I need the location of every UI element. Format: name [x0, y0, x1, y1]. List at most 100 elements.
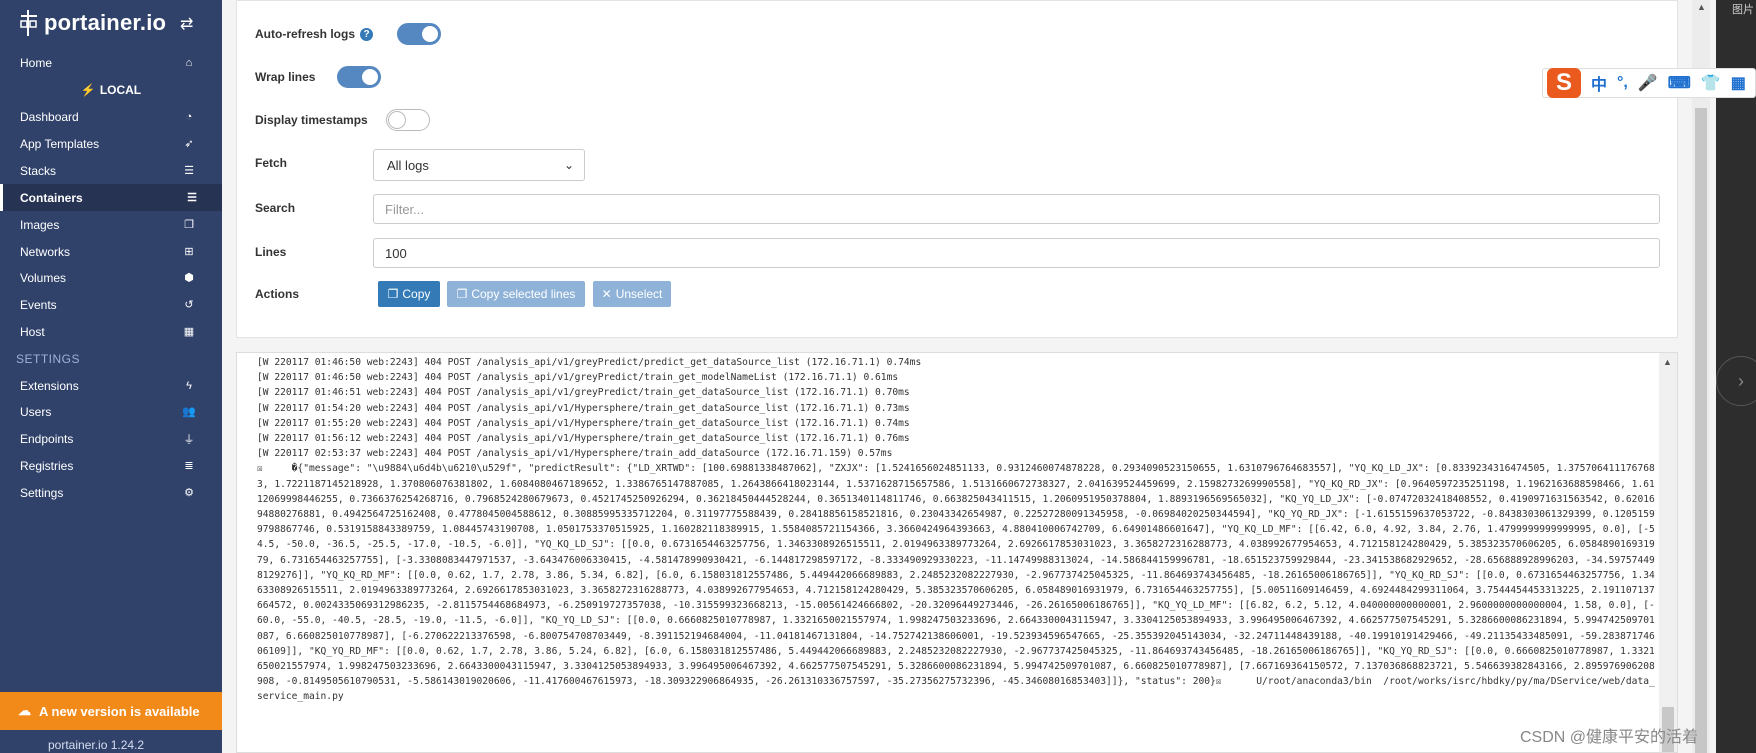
search-label: Search [255, 201, 296, 215]
keyboard-icon[interactable]: ⌨ [1668, 73, 1691, 93]
search-row: Search Filter... [237, 194, 1677, 224]
lines-input[interactable]: 100 [373, 238, 1660, 268]
sitemap-icon: ⊞ [184, 246, 194, 258]
ime-chinese-mode[interactable]: 中 [1591, 71, 1607, 95]
auto-refresh-toggle[interactable] [397, 23, 441, 45]
log-line[interactable]: [W 220117 01:56:12 web:2243] 404 POST /a… [257, 431, 1657, 446]
sidebar-item-endpoints[interactable]: Endpoints ⏚ [0, 425, 222, 452]
bolt-icon: ϟ [186, 379, 192, 392]
fetch-select[interactable]: All logs ⌄ [373, 149, 585, 181]
unselect-label: Unselect [615, 287, 663, 301]
clone-icon: ❐ [184, 219, 194, 231]
plug-icon: ⚡ [80, 83, 96, 97]
auto-refresh-row: Auto-refresh logs? [237, 23, 1677, 45]
brand-name: portainer.io [44, 10, 167, 35]
sidebar-item-extensions[interactable]: Extensions ϟ [0, 372, 222, 399]
list-icon: ☰ [187, 192, 197, 204]
history-icon: ↺ [184, 299, 194, 311]
toggle-knob [421, 25, 439, 43]
sidebar-item-registries[interactable]: Registries ≣ [0, 452, 222, 479]
unselect-button[interactable]: ✕ Unselect [593, 281, 671, 307]
viewer-edge: › [1716, 0, 1756, 753]
log-line[interactable]: [W 220117 01:54:20 web:2243] 404 POST /a… [257, 401, 1657, 416]
copy-icon: ❐ [456, 287, 468, 301]
wrap-lines-toggle[interactable] [337, 66, 381, 88]
scroll-up-icon[interactable]: ▲ [1697, 2, 1706, 12]
microphone-icon[interactable]: 🎤 [1638, 73, 1658, 93]
sidebar-item-networks[interactable]: Networks ⊞ [0, 238, 222, 265]
log-scrollbar[interactable]: ▲ [1659, 353, 1677, 752]
sidebar-item-label: Home [20, 55, 53, 70]
list-icon: ☰ [184, 165, 194, 177]
log-settings-panel: Auto-refresh logs? Wrap lines Display ti… [236, 0, 1678, 338]
cubes-icon: ⬢ [184, 272, 194, 284]
actions-label: Actions [255, 287, 300, 301]
sidebar-footer: portainer.io 1.24.2 [48, 738, 145, 752]
sidebar-item-events[interactable]: Events ↺ [0, 291, 222, 318]
wrap-lines-row: Wrap lines [237, 66, 1677, 88]
display-timestamps-label: Display timestamps [255, 113, 368, 127]
cogs-icon: ⚙ [184, 487, 194, 499]
sidebar-item-app-templates[interactable]: App Templates ➶ [0, 130, 222, 157]
sidebar-item-users[interactable]: Users 👥 [0, 398, 222, 425]
display-timestamps-row: Display timestamps [237, 109, 1677, 131]
apps-grid-icon[interactable]: ▦ [1731, 73, 1746, 93]
update-banner[interactable]: ☁ A new version is available [0, 692, 222, 730]
copy-button-label: Copy [402, 287, 431, 301]
question-icon[interactable]: ? [360, 28, 374, 42]
sidebar-item-containers[interactable]: Containers ☰ [0, 184, 222, 211]
log-viewer[interactable]: [W 220117 01:46:50 web:2243] 404 POST /a… [236, 352, 1678, 753]
page-scrollbar-thumb[interactable] [1695, 108, 1707, 753]
sidebar-item-label: App Templates [20, 136, 100, 151]
sidebar-item-settings[interactable]: Settings ⚙ [0, 479, 222, 506]
sidebar-item-label: Registries [20, 458, 74, 473]
fetch-label: Fetch [255, 156, 288, 170]
log-line[interactable]: [W 220117 01:46:50 web:2243] 404 POST /a… [257, 370, 1657, 385]
log-line[interactable]: [W 220117 02:53:37 web:2243] 404 POST /a… [257, 446, 1657, 461]
log-line[interactable]: [W 220117 01:46:51 web:2243] 404 POST /a… [257, 385, 1657, 400]
lines-row: Lines 100 [237, 238, 1677, 268]
log-lines: [W 220117 01:46:50 web:2243] 404 POST /a… [257, 355, 1657, 705]
scroll-up-icon[interactable]: ▲ [1663, 357, 1672, 367]
ime-punctuation[interactable]: °, [1617, 74, 1628, 92]
chevron-right-icon[interactable]: › [1716, 356, 1756, 406]
log-line[interactable]: ☒ �{"message": "\u9884\u6d4b\u6210\u529f… [257, 461, 1657, 704]
actions-row: Actions ❐ Copy ❐ Copy selected lines ✕ Unse… [237, 281, 1677, 307]
sidebar-item-stacks[interactable]: Stacks ☰ [0, 157, 222, 184]
shirt-icon[interactable]: 👕 [1701, 73, 1721, 93]
database-icon: ≣ [184, 460, 194, 472]
copy-selected-button[interactable]: ❐ Copy selected lines [447, 281, 585, 307]
sidebar-item-home[interactable]: Home ⌂ [0, 49, 222, 76]
watermark: CSDN @健康平安的活着 [1520, 729, 1699, 746]
sidebar-item-label: Settings [20, 485, 64, 500]
ime-toolbar[interactable]: S 中 °, 🎤 ⌨ 👕 ▦ [1542, 68, 1756, 98]
sidebar-toggle-icon[interactable]: ⇄ [180, 14, 193, 34]
sidebar-item-label: Images [20, 217, 60, 232]
sogou-logo-icon[interactable]: S [1547, 68, 1581, 98]
sidebar: portainer.io ⇄ Home ⌂ ⚡ LOCAL Dashboard … [0, 0, 222, 753]
endpoint-name: ⚡ LOCAL [0, 79, 222, 101]
fetch-row: Fetch All logs ⌄ [237, 149, 1677, 181]
sidebar-item-host[interactable]: Host ▦ [0, 318, 222, 345]
settings-heading: SETTINGS [16, 352, 81, 366]
sidebar-item-dashboard[interactable]: Dashboard ◔ [0, 103, 222, 130]
search-input[interactable]: Filter... [373, 194, 1660, 224]
display-timestamps-toggle[interactable] [386, 109, 430, 131]
log-line[interactable]: [W 220117 01:55:20 web:2243] 404 POST /a… [257, 416, 1657, 431]
sidebar-item-label: Endpoints [20, 431, 74, 446]
home-icon: ⌂ [185, 56, 193, 69]
log-line[interactable]: [W 220117 01:46:50 web:2243] 404 POST /a… [257, 355, 1657, 370]
copy-button[interactable]: ❐ Copy [378, 281, 440, 307]
lines-label: Lines [255, 245, 287, 259]
sidebar-item-volumes[interactable]: Volumes ⬢ [0, 264, 222, 291]
auto-refresh-label-text: Auto-refresh logs [255, 26, 356, 41]
sidebar-item-label: Dashboard [20, 109, 79, 124]
toggle-knob [361, 68, 379, 86]
update-banner-label: A new version is available [39, 703, 200, 719]
sidebar-item-label: Volumes [20, 270, 67, 285]
grid-icon: ▦ [183, 326, 195, 338]
sidebar-item-images[interactable]: Images ❐ [0, 211, 222, 238]
portainer-logo: portainer.io [18, 9, 166, 37]
rocket-icon: ➶ [184, 138, 194, 150]
page-scrollbar[interactable]: ▲ [1692, 0, 1710, 753]
